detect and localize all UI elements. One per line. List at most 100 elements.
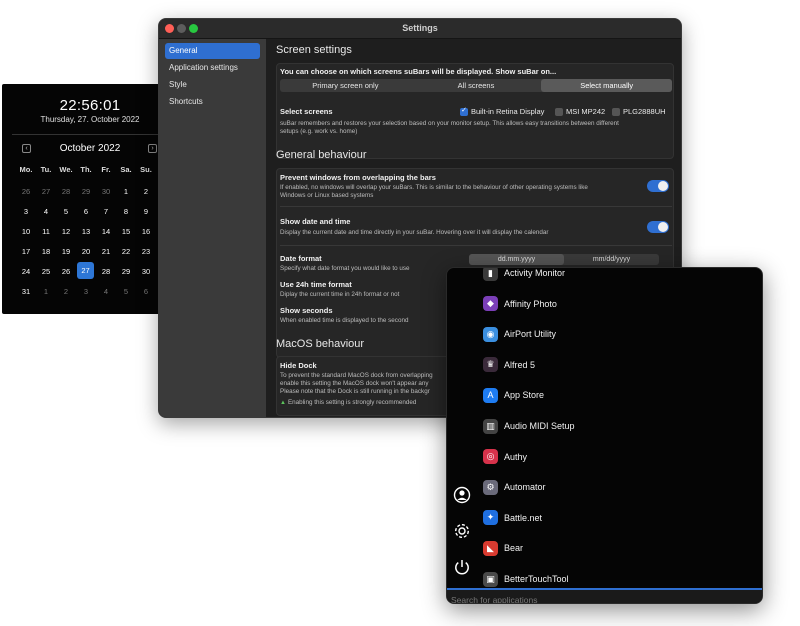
option-all-screens[interactable]: All screens	[411, 79, 542, 92]
clock-date: Thursday, 27. October 2022	[40, 115, 140, 124]
calendar-day[interactable]: 30	[136, 261, 156, 281]
app-list-item[interactable]: ▣ BetterTouchTool	[483, 568, 569, 590]
calendar-day[interactable]: 20	[76, 241, 96, 261]
calendar-day[interactable]: 21	[96, 241, 116, 261]
calendar-day[interactable]: 12	[56, 221, 76, 241]
calendar-day[interactable]: 28	[56, 181, 76, 201]
calendar-day[interactable]: 1	[116, 181, 136, 201]
weekday-label: Mo.	[19, 165, 33, 174]
row-divider	[280, 206, 672, 207]
calendar-day[interactable]: 5	[56, 201, 76, 221]
screen-label: MSI MP242	[566, 107, 606, 116]
checkbox-unchecked-icon	[612, 107, 620, 116]
app-list-item[interactable]: ◣ Bear	[483, 537, 523, 559]
calendar-day[interactable]: 7	[96, 201, 116, 221]
calendar-day[interactable]: 3	[76, 281, 96, 301]
date-format-option[interactable]: dd.mm.yyyy	[469, 254, 564, 265]
thumbs-up-icon: ▲	[280, 399, 286, 406]
power-icon[interactable]	[453, 558, 471, 576]
app-list-item[interactable]: ⚙ Automator	[483, 476, 546, 498]
battlenet-icon: ✦	[483, 510, 498, 526]
calendar-day[interactable]: 10	[16, 221, 36, 241]
gear-icon[interactable]	[453, 522, 471, 540]
app-list-item[interactable]: ◆ Affinity Photo	[483, 293, 557, 315]
show-date-toggle[interactable]	[647, 221, 669, 233]
desc-line: If enabled, no windows will overlap your…	[280, 184, 588, 191]
app-name: BetterTouchTool	[504, 574, 569, 584]
calendar-day[interactable]: 31	[16, 281, 36, 301]
calendar-day[interactable]: 29	[116, 261, 136, 281]
calendar-day[interactable]: 2	[56, 281, 76, 301]
calendar-day[interactable]: 14	[96, 221, 116, 241]
user-icon[interactable]	[453, 486, 471, 504]
app-name: Automator	[504, 482, 546, 493]
calendar-grid: 26 27 28 29 30 1 2 3 4 5 6 7 8 9 10 11 12 13 14 15 16 17 18 19 2…	[16, 181, 156, 301]
app-list-item[interactable]: A App Store	[483, 384, 544, 406]
calendar-day[interactable]: 18	[36, 241, 56, 261]
calendar-day[interactable]: 25	[36, 261, 56, 281]
app-list-item[interactable]: ▥ Audio MIDI Setup	[483, 415, 575, 437]
calendar-day[interactable]: 9	[136, 201, 156, 221]
calendar-day[interactable]: 15	[116, 221, 136, 241]
app-name: Activity Monitor	[504, 268, 566, 278]
calendar-day[interactable]: 3	[16, 201, 36, 221]
sidebar-item-application-settings[interactable]: Application settings	[165, 60, 260, 76]
app-name: Alfred 5	[504, 359, 536, 370]
date-format-title: Date format	[280, 254, 322, 263]
calendar-day[interactable]: 5	[116, 281, 136, 301]
activity-monitor-icon: ▮	[483, 268, 498, 281]
calendar-day[interactable]: 11	[36, 221, 56, 241]
calendar-day[interactable]: 22	[116, 241, 136, 261]
sidebar-item-shortcuts[interactable]: Shortcuts	[165, 94, 260, 110]
calendar-day[interactable]: 19	[56, 241, 76, 261]
select-screens-desc: suBar remembers and restores your select…	[280, 120, 619, 136]
calendar-day[interactable]: 16	[136, 221, 156, 241]
option-primary-screen[interactable]: Primary screen only	[280, 79, 411, 92]
screen-label: PLG2888UH	[623, 107, 666, 116]
calendar-day[interactable]: 28	[96, 261, 116, 281]
app-list-item[interactable]: ◎ Authy	[483, 446, 527, 468]
screen-checkbox-plg[interactable]: PLG2888UH	[612, 107, 666, 116]
calendar-day[interactable]: 26	[56, 261, 76, 281]
calendar-day[interactable]: 30	[96, 181, 116, 201]
calendar-day[interactable]: 27	[77, 262, 94, 279]
calendar-day[interactable]: 13	[76, 221, 96, 241]
calendar-day[interactable]: 2	[136, 181, 156, 201]
sidebar-item-style[interactable]: Style	[165, 77, 260, 93]
app-name: Bear	[504, 543, 524, 554]
calendar-day[interactable]: 23	[136, 241, 156, 261]
calendar-day[interactable]: 24	[16, 261, 36, 281]
calendar-day[interactable]: 27	[36, 181, 56, 201]
audio-midi-icon: ▥	[483, 418, 498, 434]
sidebar-item-general[interactable]: General	[165, 43, 260, 59]
calendar-day[interactable]: 4	[36, 201, 56, 221]
app-list-item[interactable]: ♛ Alfred 5	[483, 354, 535, 376]
calendar-day[interactable]: 8	[116, 201, 136, 221]
option-select-manually[interactable]: Select manually	[541, 79, 673, 92]
calendar-day[interactable]: 1	[36, 281, 56, 301]
calendar-day[interactable]: 29	[76, 181, 96, 201]
hide-dock-title: Hide Dock	[280, 361, 317, 370]
calendar-day[interactable]: 26	[16, 181, 36, 201]
show-seconds-title: Show seconds	[280, 306, 333, 315]
screen-settings-title: Screen settings	[276, 44, 352, 56]
app-name: Affinity Photo	[504, 298, 557, 309]
app-list-item[interactable]: ▮ Activity Monitor	[483, 268, 566, 284]
date-format-option[interactable]: mm/dd/yyyy	[564, 254, 659, 265]
app-list-item[interactable]: ◉ AirPort Utility	[483, 323, 556, 345]
app-store-icon: A	[483, 387, 498, 403]
prevent-overlap-toggle[interactable]	[647, 180, 669, 192]
calendar-day[interactable]: 6	[76, 201, 96, 221]
date-format-desc: Specify what date format you would like …	[280, 265, 410, 272]
search-input[interactable]	[447, 593, 762, 603]
calendar-day[interactable]: 4	[96, 281, 116, 301]
chevron-right-icon[interactable]: ›	[148, 144, 157, 153]
show-date-title: Show date and time	[280, 217, 351, 226]
screen-checkbox-msi[interactable]: MSI MP242	[555, 107, 605, 116]
prevent-overlap-title: Prevent windows from overlapping the bar…	[280, 173, 436, 182]
screen-checkbox-builtin[interactable]: Built-in Retina Display	[460, 106, 544, 116]
desc-line: Windows or Linux based systems	[280, 192, 374, 199]
calendar-day[interactable]: 17	[16, 241, 36, 261]
calendar-day[interactable]: 6	[136, 281, 156, 301]
app-list-item[interactable]: ✦ Battle.net	[483, 507, 542, 529]
